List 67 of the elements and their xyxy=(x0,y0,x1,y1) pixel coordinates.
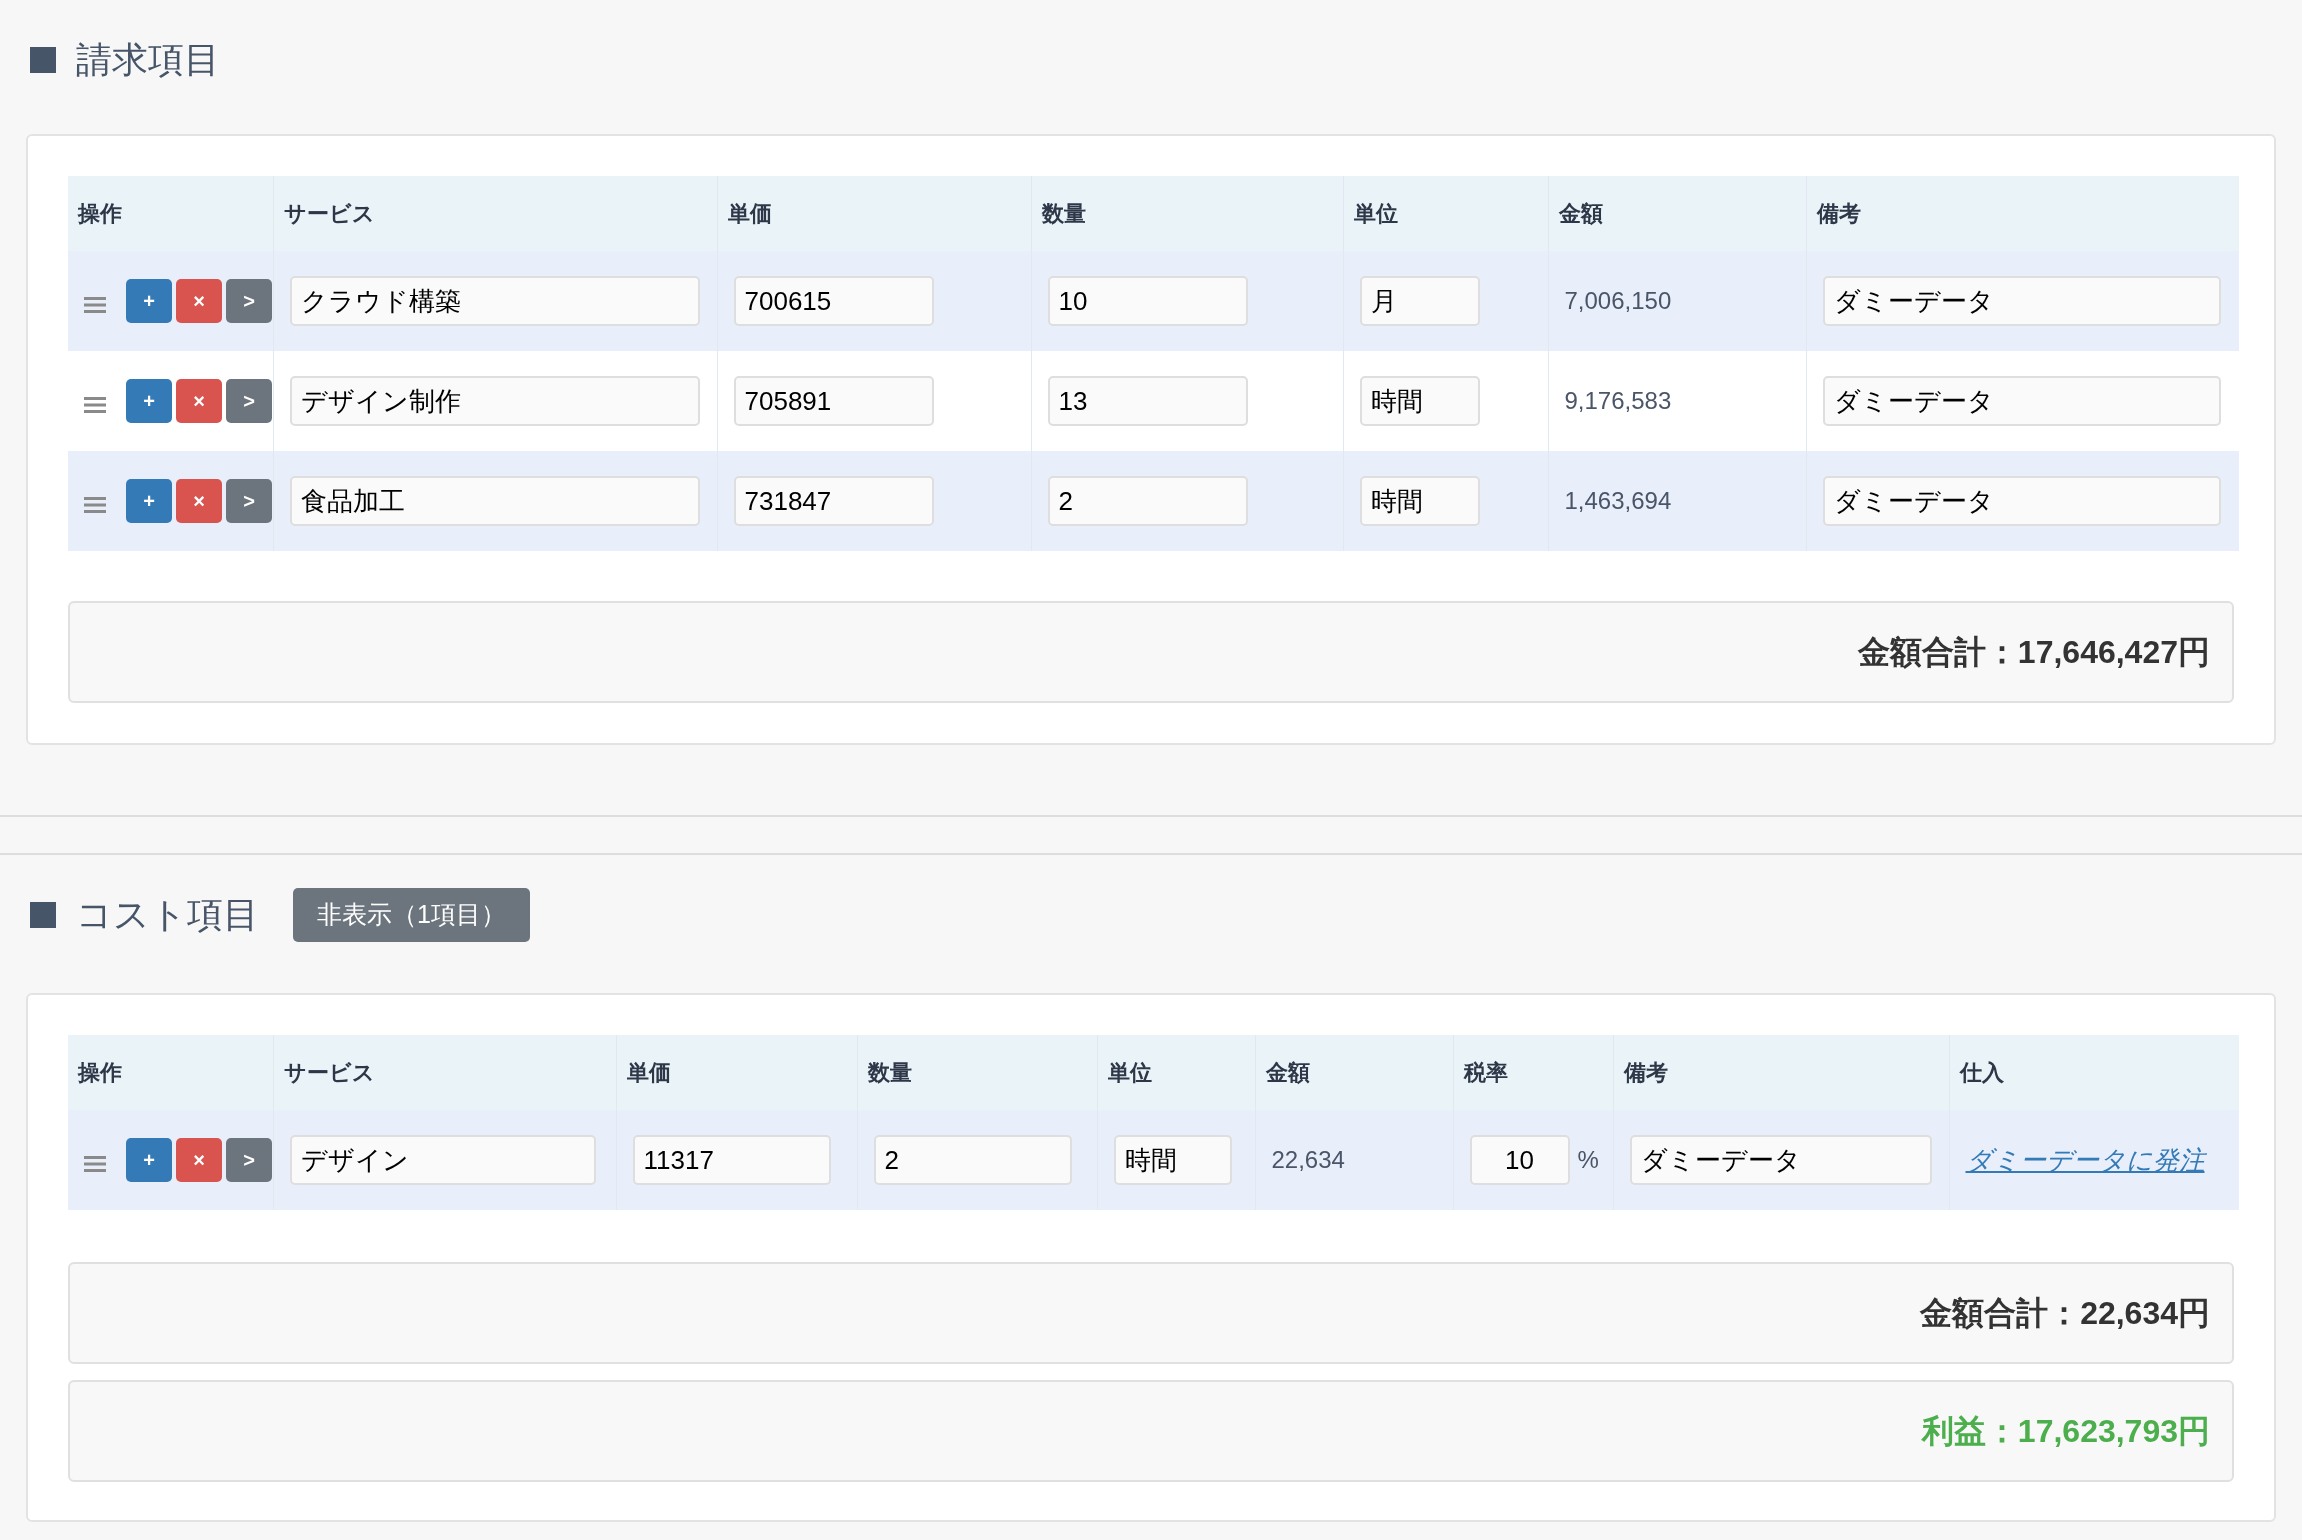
column-header: 単位 xyxy=(1353,201,1398,226)
amount-text: 22,634 xyxy=(1271,1146,1345,1173)
column-header: 金額 xyxy=(1558,201,1603,226)
delete-button[interactable]: × xyxy=(176,479,222,523)
column-header: 税率 xyxy=(1463,1060,1508,1085)
order-link[interactable]: ダミーデータに発注 xyxy=(1965,1144,2205,1175)
drag-handle-icon[interactable] xyxy=(84,296,106,314)
add-button[interactable]: + xyxy=(126,379,172,423)
next-button[interactable]: > xyxy=(226,379,272,423)
column-header: 金額 xyxy=(1265,1060,1310,1085)
input-field[interactable]: 731847 xyxy=(733,476,934,526)
drag-handle-icon[interactable] xyxy=(84,1155,106,1173)
amount-total: 金額合計：22,634円 xyxy=(1920,1294,2210,1333)
input-field[interactable]: 10 xyxy=(1047,276,1248,326)
column-header: 数量 xyxy=(867,1060,912,1085)
input-field[interactable]: 11317 xyxy=(632,1135,831,1185)
input-field[interactable]: 時間 xyxy=(1359,376,1480,426)
input-field[interactable]: 705891 xyxy=(733,376,934,426)
percent-sign: % xyxy=(1577,1145,1599,1175)
input-field[interactable]: 2 xyxy=(1047,476,1248,526)
input-field[interactable]: 時間 xyxy=(1113,1135,1232,1185)
square-icon xyxy=(30,47,56,73)
column-header: 単位 xyxy=(1107,1060,1152,1085)
input-field[interactable]: デザイン xyxy=(289,1135,596,1185)
column-header: 操作 xyxy=(78,1060,122,1085)
next-button[interactable]: > xyxy=(226,1138,272,1182)
input-field[interactable]: デザイン制作 xyxy=(289,376,700,426)
square-icon xyxy=(30,902,56,928)
input-field[interactable]: ダミーデータ xyxy=(1822,276,2221,326)
input-field[interactable]: 月 xyxy=(1359,276,1480,326)
input-field[interactable]: ダミーデータ xyxy=(1629,1135,1932,1185)
column-header: 仕入 xyxy=(1959,1060,2004,1085)
section-title: 請求項目 xyxy=(76,38,220,82)
column-header: 備考 xyxy=(1816,201,1861,226)
input-field[interactable]: 13 xyxy=(1047,376,1248,426)
column-header: 単価 xyxy=(626,1060,671,1085)
add-button[interactable]: + xyxy=(126,279,172,323)
column-header: サービス xyxy=(283,201,375,226)
delete-button[interactable]: × xyxy=(176,279,222,323)
input-field[interactable]: 700615 xyxy=(733,276,934,326)
input-field[interactable]: ダミーデータ xyxy=(1822,376,2221,426)
next-button[interactable]: > xyxy=(226,279,272,323)
next-button[interactable]: > xyxy=(226,479,272,523)
input-field[interactable]: 2 xyxy=(873,1135,1072,1185)
delete-button[interactable]: × xyxy=(176,1138,222,1182)
add-button[interactable]: + xyxy=(126,479,172,523)
input-field[interactable]: クラウド構築 xyxy=(289,276,700,326)
section-title: コスト項目 xyxy=(76,893,259,937)
drag-handle-icon[interactable] xyxy=(84,396,106,414)
input-field[interactable]: 10 xyxy=(1469,1135,1570,1185)
input-field[interactable]: 時間 xyxy=(1359,476,1480,526)
add-button[interactable]: + xyxy=(126,1138,172,1182)
amount-text: 9,176,583 xyxy=(1564,387,1672,414)
toggle-button[interactable]: 非表示（1項目） xyxy=(293,888,530,942)
amount-text: 7,006,150 xyxy=(1564,287,1672,314)
column-header: 備考 xyxy=(1623,1060,1668,1085)
column-header: 数量 xyxy=(1041,201,1086,226)
column-header: 操作 xyxy=(78,201,122,226)
input-field[interactable]: 食品加工 xyxy=(289,476,700,526)
column-header: サービス xyxy=(283,1060,375,1085)
amount-text: 1,463,694 xyxy=(1564,487,1672,514)
column-header: 単価 xyxy=(727,201,772,226)
drag-handle-icon[interactable] xyxy=(84,496,106,514)
input-field[interactable]: ダミーデータ xyxy=(1822,476,2221,526)
delete-button[interactable]: × xyxy=(176,379,222,423)
amount-total: 金額合計：17,646,427円 xyxy=(1857,633,2210,672)
profit-total: 利益：17,623,793円 xyxy=(1921,1412,2210,1451)
